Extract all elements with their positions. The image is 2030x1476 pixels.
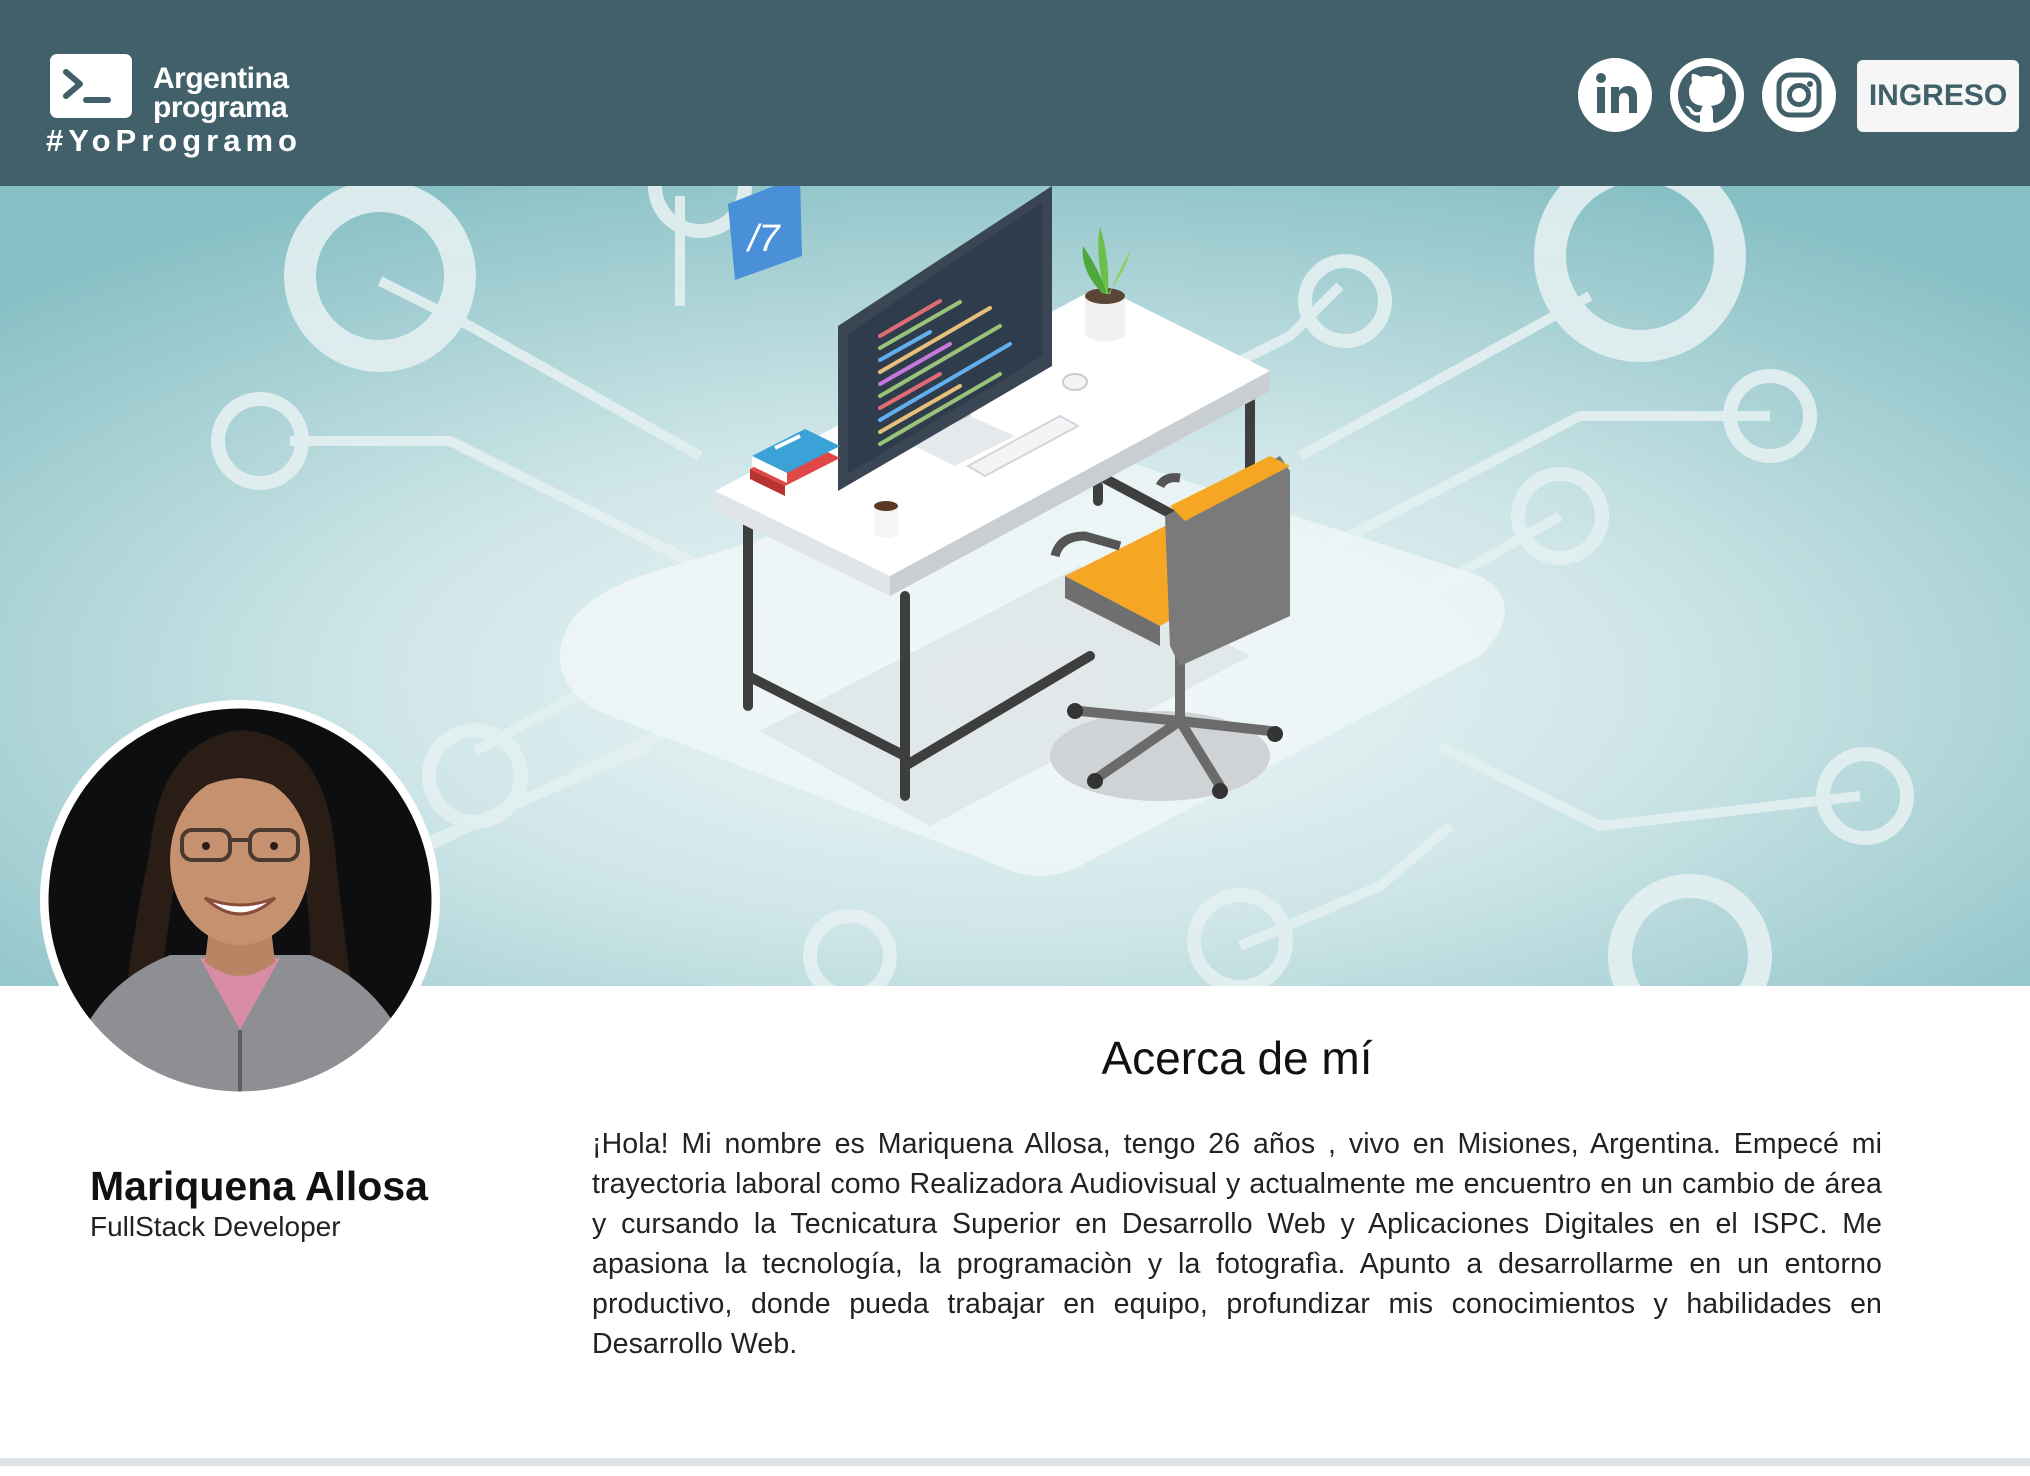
profile-name: Mariquena Allosa bbox=[90, 1163, 428, 1209]
brand-name-line2: programa bbox=[153, 91, 288, 124]
instagram-icon[interactable] bbox=[1762, 58, 1836, 132]
section-divider bbox=[0, 1458, 2030, 1466]
profile-avatar bbox=[40, 700, 440, 1100]
brand-name-line1: Argentina bbox=[153, 62, 289, 95]
profile-role: FullStack Developer bbox=[90, 1211, 341, 1242]
login-button[interactable]: INGRESO bbox=[1857, 60, 2019, 132]
terminal-prompt-icon[interactable] bbox=[50, 54, 132, 118]
linkedin-icon[interactable] bbox=[1578, 58, 1652, 132]
about-text: ¡Hola! Mi nombre es Mariquena Allosa, te… bbox=[592, 1128, 1882, 1360]
top-header: Argentina programa #YoProgramo INGRESO bbox=[0, 0, 2030, 186]
code-badge-text: /7 bbox=[745, 218, 782, 260]
github-icon[interactable] bbox=[1670, 58, 1744, 132]
brand-hashtag: #YoProgramo bbox=[46, 123, 302, 158]
about-title: Acerca de mí bbox=[1101, 1032, 1373, 1084]
